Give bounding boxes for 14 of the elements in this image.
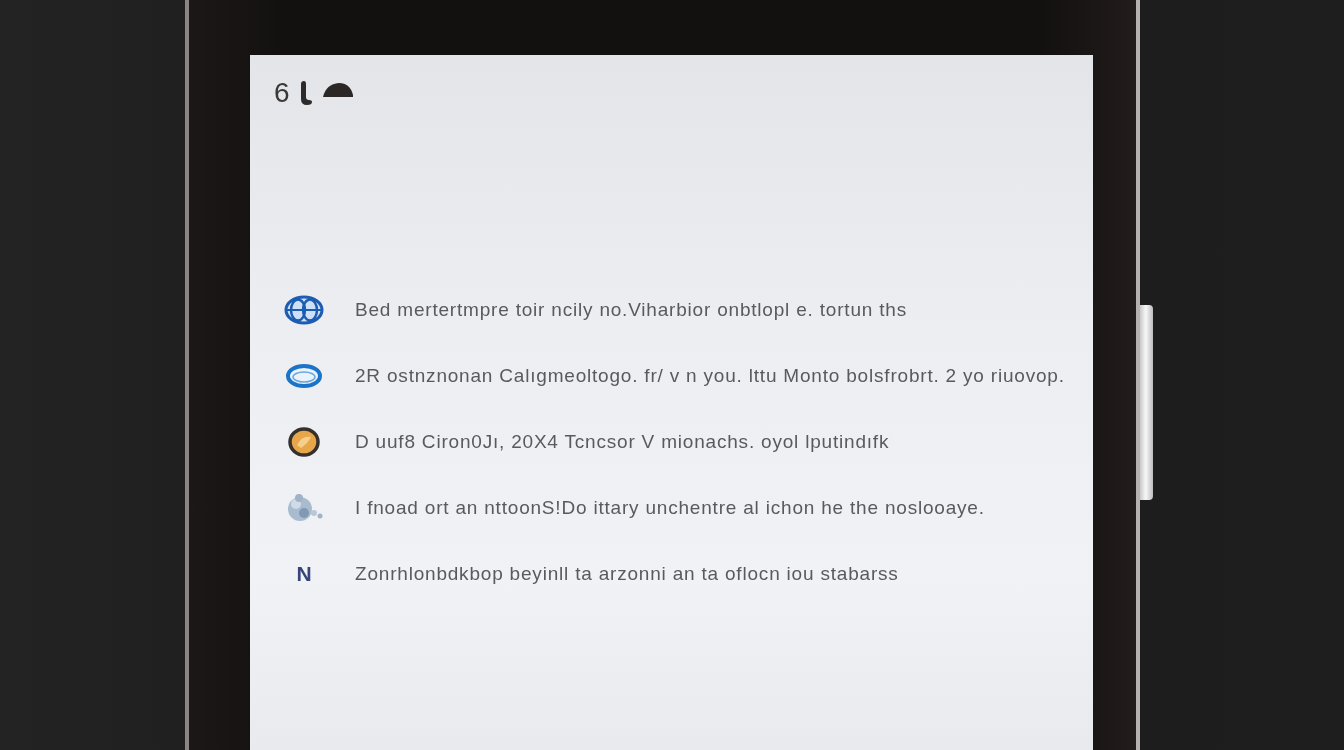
list-item-text: Bed mertertmpre toir ncily no.Viharbior onbtlopl e. tortun ths	[355, 299, 907, 321]
letter-mark: N	[296, 562, 312, 586]
dome-icon	[322, 83, 353, 97]
ring-icon	[286, 364, 322, 388]
sphere-icon	[285, 492, 323, 524]
list-item-text: I fnoad ort an nttoonS!Do ittary unchentre al ichon he the noslooaye.	[355, 497, 985, 519]
disc-icon	[288, 427, 320, 457]
bar-icon	[299, 81, 313, 105]
list-item-text: 2R ostnznonan Calıgmeoltogo. fr/ v n you. lttu Monto bolsfrobrt. 2 yo riuovop.	[355, 365, 1065, 387]
list-item-text: D uuf8 Ciron0Jı, 20X4 Tcncsor V mionachs. oyol lputindıfk	[355, 431, 890, 453]
side-button[interactable]	[1140, 305, 1153, 500]
status-text: 6	[274, 77, 290, 109]
globe-icon	[284, 295, 324, 325]
list-item-text: Zonrhlonbdkbop beyinll ta arzonni an ta oflocn iou stabarss	[355, 563, 899, 585]
